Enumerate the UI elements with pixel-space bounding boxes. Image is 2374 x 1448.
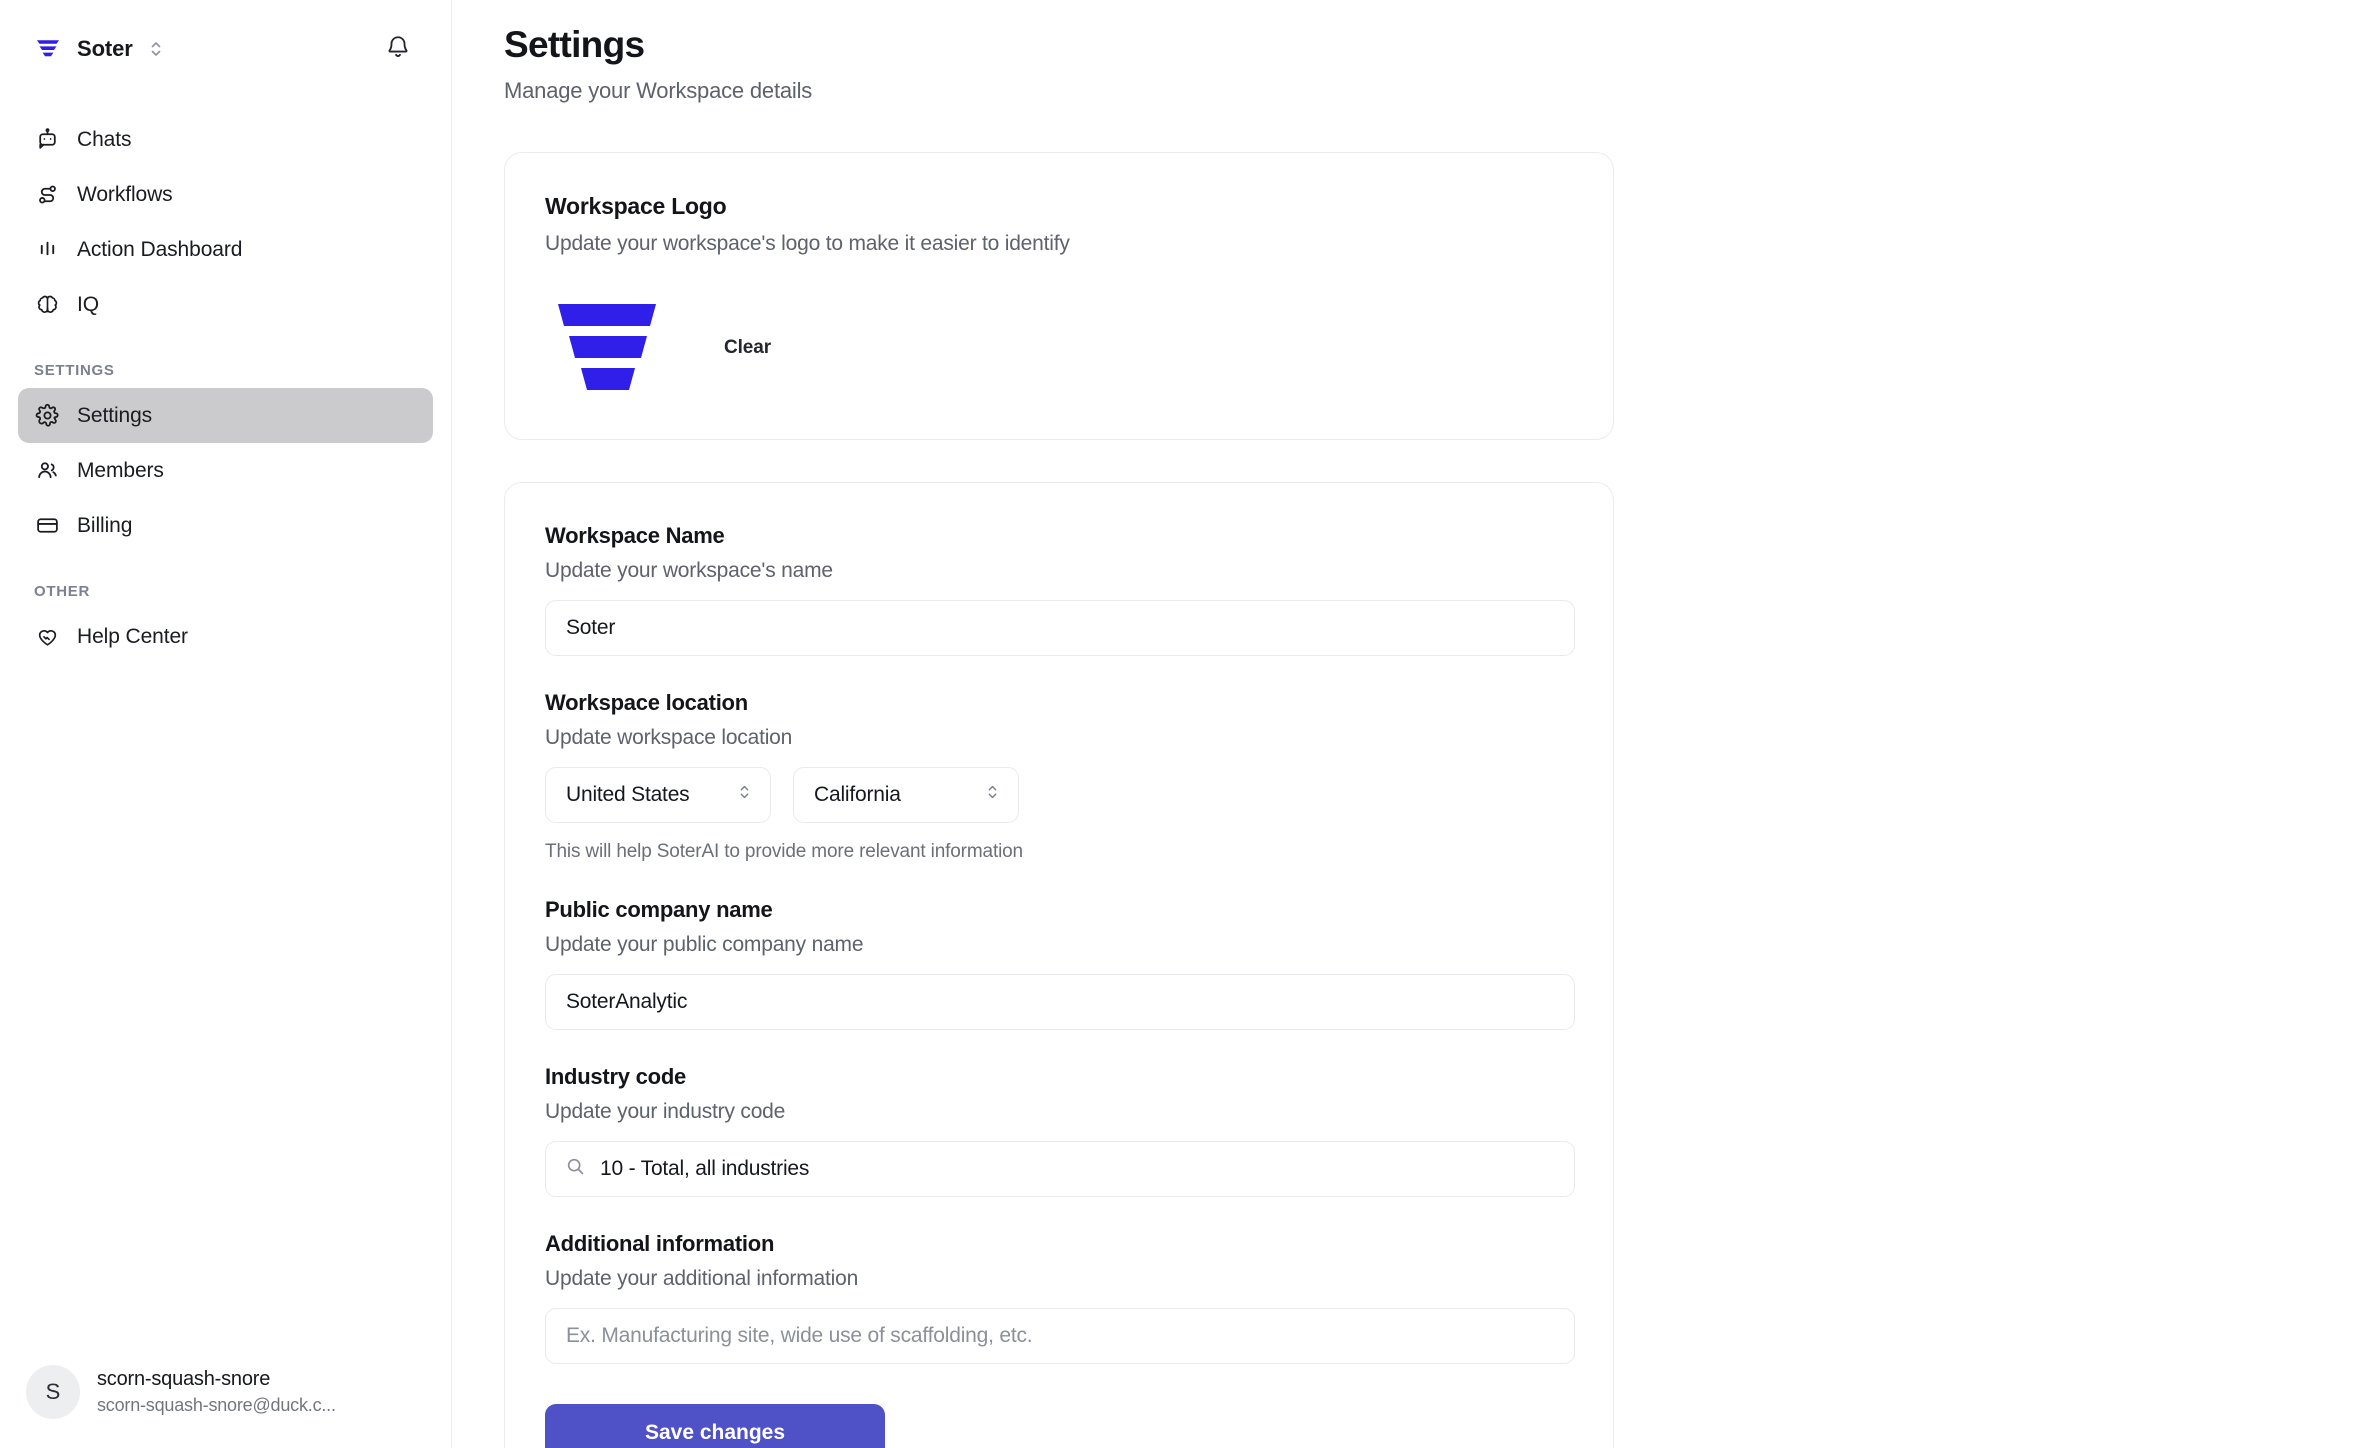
sidebar-section-settings-title: SETTINGS bbox=[34, 362, 115, 379]
field-label: Public company name bbox=[545, 897, 773, 923]
sidebar-item-label: Help Center bbox=[77, 624, 188, 648]
workflow-nodes-icon bbox=[34, 182, 60, 208]
heart-handshake-icon bbox=[34, 624, 60, 650]
country-select[interactable]: United States bbox=[545, 767, 771, 824]
chevron-up-down-icon bbox=[985, 782, 1000, 808]
funnel-logo-icon bbox=[556, 300, 660, 395]
page-subtitle: Manage your Workspace details bbox=[504, 78, 813, 104]
region-select[interactable]: California bbox=[793, 767, 1019, 824]
user-name: scorn-squash-snore bbox=[97, 1368, 271, 1390]
sidebar-item-workflows[interactable]: Workflows bbox=[18, 167, 433, 222]
field-label: Additional information bbox=[545, 1231, 775, 1257]
main-content: Settings Manage your Workspace details W… bbox=[452, 0, 2374, 1448]
sidebar-item-label: Workflows bbox=[77, 182, 173, 206]
funnel-logo-icon bbox=[34, 35, 62, 63]
field-description: Update your public company name bbox=[545, 933, 864, 957]
workspace-logo-card: Workspace Logo Update your workspace's l… bbox=[504, 152, 1614, 441]
workspace-switcher[interactable]: Soter bbox=[34, 35, 164, 63]
other-nav: Help Center bbox=[0, 609, 451, 664]
sidebar-item-help-center[interactable]: Help Center bbox=[18, 609, 433, 664]
sidebar-item-billing[interactable]: Billing bbox=[18, 498, 433, 553]
user-profile-button[interactable]: S scorn-squash-snore scorn-squash-snore@… bbox=[0, 1336, 451, 1448]
region-select-value: California bbox=[814, 783, 901, 807]
workspace-name-input[interactable]: Soter bbox=[545, 600, 1575, 657]
field-label: Workspace Name bbox=[545, 523, 725, 549]
location-helper-text: This will help SoterAI to provide more r… bbox=[545, 841, 1023, 863]
sidebar-item-action-dashboard[interactable]: Action Dashboard bbox=[18, 222, 433, 277]
field-label: Industry code bbox=[545, 1064, 686, 1090]
workspace-logo-description: Update your workspace's logo to make it … bbox=[545, 232, 1070, 256]
sidebar-item-chats[interactable]: Chats bbox=[18, 112, 433, 167]
sidebar-item-iq[interactable]: IQ bbox=[18, 277, 433, 332]
workspace-name: Soter bbox=[77, 36, 133, 61]
sidebar-section-other-title: OTHER bbox=[34, 583, 90, 600]
sidebar-item-label: IQ bbox=[77, 292, 99, 316]
notifications-button[interactable] bbox=[381, 32, 415, 66]
sidebar-header: Soter bbox=[0, 0, 451, 98]
industry-code-input[interactable]: 10 - Total, all industries bbox=[545, 1141, 1575, 1198]
sidebar-item-label: Settings bbox=[77, 403, 153, 427]
settings-nav: Settings Members Billing bbox=[0, 388, 451, 553]
sidebar-item-label: Action Dashboard bbox=[77, 237, 243, 261]
sidebar-item-label: Members bbox=[77, 458, 164, 482]
sidebar: Soter Chats Workflows Action Dashboard I… bbox=[0, 0, 452, 1448]
location-select-row: United States California bbox=[545, 767, 1573, 824]
sidebar-item-members[interactable]: Members bbox=[18, 443, 433, 498]
sidebar-item-label: Chats bbox=[77, 127, 132, 151]
credit-card-icon bbox=[34, 513, 60, 539]
workspace-logo-title: Workspace Logo bbox=[545, 193, 727, 220]
chevron-up-down-icon bbox=[737, 782, 752, 808]
app-root: Soter Chats Workflows Action Dashboard I… bbox=[0, 0, 2374, 1448]
users-icon bbox=[34, 458, 60, 484]
avatar: S bbox=[26, 1365, 80, 1419]
additional-information-input[interactable]: Ex. Manufacturing site, wide use of scaf… bbox=[545, 1308, 1575, 1365]
field-workspace-location: Workspace location Update workspace loca… bbox=[545, 690, 1573, 863]
save-changes-button[interactable]: Save changes bbox=[545, 1404, 885, 1448]
clear-logo-button[interactable]: Clear bbox=[716, 331, 779, 365]
workspace-logo-row: Clear bbox=[545, 300, 1573, 395]
brain-icon bbox=[34, 292, 60, 318]
field-additional-information: Additional information Update your addit… bbox=[545, 1231, 1575, 1365]
bell-icon bbox=[385, 34, 411, 65]
country-select-value: United States bbox=[566, 783, 690, 807]
primary-nav: Chats Workflows Action Dashboard IQ bbox=[0, 98, 451, 332]
sidebar-item-settings[interactable]: Settings bbox=[18, 388, 433, 443]
sidebar-item-label: Billing bbox=[77, 513, 133, 537]
field-description: Update your industry code bbox=[545, 1100, 786, 1124]
field-description: Update your workspace's name bbox=[545, 559, 833, 583]
workspace-details-card: Workspace Name Update your workspace's n… bbox=[504, 482, 1614, 1448]
main-inner: Settings Manage your Workspace details W… bbox=[452, 0, 2374, 1448]
field-workspace-name: Workspace Name Update your workspace's n… bbox=[545, 523, 1575, 657]
search-icon bbox=[565, 1156, 586, 1183]
field-label: Workspace location bbox=[545, 690, 748, 716]
gear-icon bbox=[34, 403, 60, 429]
page-title: Settings bbox=[504, 24, 645, 65]
chevron-up-down-icon bbox=[148, 38, 164, 60]
public-company-name-input[interactable]: SoterAnalytic bbox=[545, 974, 1575, 1031]
chat-bot-icon bbox=[34, 127, 60, 153]
field-description: Update your additional information bbox=[545, 1267, 859, 1291]
field-public-company-name: Public company name Update your public c… bbox=[545, 897, 1575, 1031]
industry-code-value: 10 - Total, all industries bbox=[600, 1157, 810, 1181]
user-email: scorn-squash-snore@duck.c... bbox=[97, 1395, 336, 1415]
field-description: Update workspace location bbox=[545, 726, 793, 750]
user-meta: scorn-squash-snore scorn-squash-snore@du… bbox=[97, 1368, 336, 1416]
field-industry-code: Industry code Update your industry code … bbox=[545, 1064, 1575, 1198]
bar-chart-icon bbox=[34, 237, 60, 263]
